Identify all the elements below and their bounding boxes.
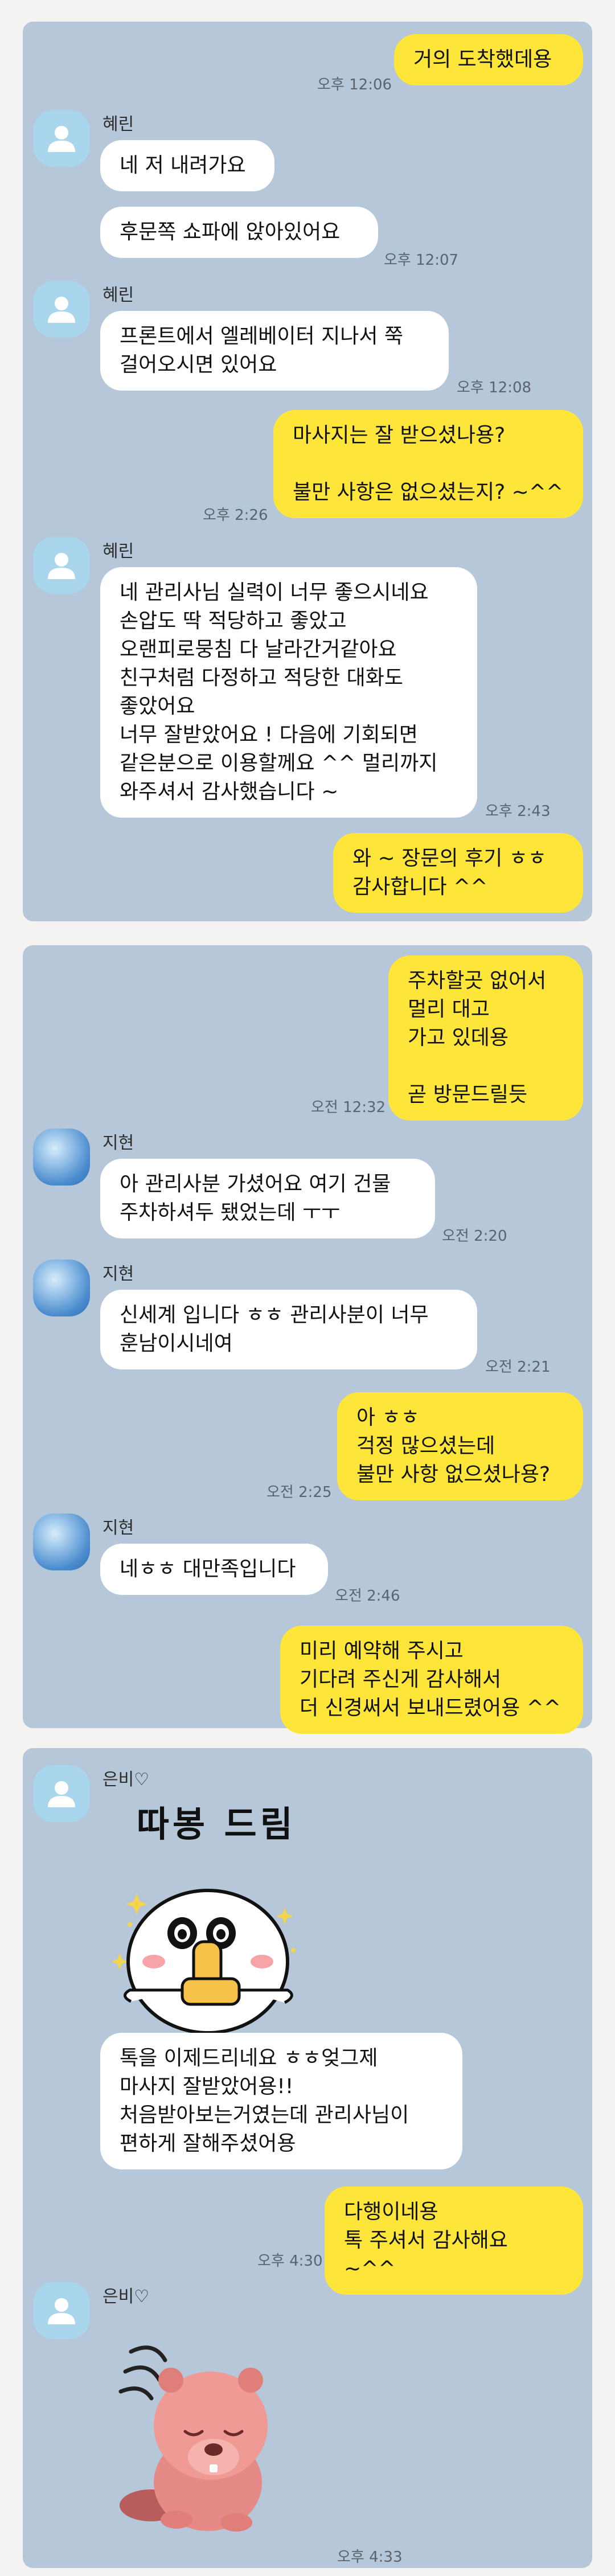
sender-name: 지현	[102, 1133, 134, 1153]
person-silhouette-icon	[48, 297, 75, 323]
beaver-icon	[118, 2345, 268, 2532]
my-message-bubble[interactable]: 와 ~ 장문의 후기 ㅎㅎ 감사합니다 ^^	[333, 833, 583, 913]
thumbs-up-icon	[111, 1889, 296, 2034]
message-timestamp: 오전 2:21	[485, 1359, 551, 1376]
avatar[interactable]	[33, 1513, 90, 1570]
avatar[interactable]	[33, 537, 90, 594]
avatar[interactable]	[33, 2282, 90, 2339]
person-silhouette-icon	[48, 1781, 75, 1807]
their-message-bubble[interactable]: 톡을 이제드리네요 ㅎㅎ엊그제 마사지 잘받았어용!! 처음받아보는거였는데 관…	[100, 2033, 462, 2169]
message-timestamp: 오후 12:07	[384, 252, 459, 269]
message-timestamp: 오후 4:33	[337, 2549, 403, 2566]
sender-name: 혜린	[102, 542, 134, 561]
my-message-bubble[interactable]: 다행이네용 톡 주셔서 감사해요 ~^^	[325, 2187, 583, 2295]
sender-name: 지현	[102, 1518, 134, 1538]
message-timestamp: 오후 2:43	[485, 803, 551, 820]
avatar[interactable]	[33, 281, 90, 338]
their-message-bubble[interactable]: 후문쪽 쇼파에 앉아있어요	[100, 207, 378, 258]
message-timestamp: 오전 12:32	[311, 1099, 386, 1116]
avatar[interactable]	[33, 1260, 90, 1316]
sender-name: 지현	[102, 1264, 134, 1284]
my-message-bubble[interactable]: 거의 도착했데용	[394, 34, 583, 85]
thumbs-up-sticker[interactable]: 따봉 드림	[97, 1791, 319, 2036]
message-timestamp: 오후 12:08	[457, 379, 532, 396]
avatar[interactable]	[33, 110, 90, 167]
their-message-bubble[interactable]: 신세계 입니다 ㅎㅎ 관리사분이 너무 훈남이시네여	[100, 1290, 477, 1369]
my-message-bubble[interactable]: 아 ㅎㅎ 걱정 많으셨는데 불만 사항 없으셨나용?	[337, 1392, 583, 1500]
my-message-bubble[interactable]: 주차할곳 없어서 멀리 대고 가고 있데용 곧 방문드릴듯	[388, 955, 583, 1121]
chat-panel-3: 은비♡ 따봉 드림 톡을 이제드리네요 ㅎㅎ엊그제 마사지 잘받았어용!! 처음…	[23, 1748, 592, 2568]
message-timestamp: 오전 2:25	[266, 1484, 332, 1501]
avatar[interactable]	[33, 1129, 90, 1186]
their-message-bubble[interactable]: 아 관리사분 가셨어요 여기 건물 주차하셔두 됐었는데 ㅜㅜ	[100, 1159, 435, 1238]
message-timestamp: 오후 4:30	[257, 2253, 323, 2270]
message-timestamp: 오전 2:46	[335, 1588, 400, 1605]
avatar[interactable]	[33, 1765, 90, 1822]
sender-name: 은비♡	[102, 2287, 150, 2307]
person-silhouette-icon	[48, 126, 75, 152]
person-silhouette-icon	[48, 553, 75, 579]
their-message-bubble[interactable]: 네 저 내려가요	[100, 140, 274, 191]
chat-panel-1: 거의 도착했데용 오후 12:06 혜린 네 저 내려가요 후문쪽 쇼파에 앉아…	[23, 22, 592, 921]
sender-name: 은비♡	[102, 1770, 150, 1790]
their-message-bubble[interactable]: 프론트에서 엘레베이터 지나서 쭉 걸어오시면 있어요	[100, 311, 449, 391]
message-timestamp: 오전 2:20	[442, 1228, 507, 1245]
loopy-beaver-sticker[interactable]	[108, 2317, 296, 2534]
person-silhouette-icon	[48, 2298, 75, 2324]
sender-name: 혜린	[102, 285, 134, 305]
my-message-bubble[interactable]: 미리 예약해 주시고 기다려 주신게 감사해서 더 신경써서 보내드렸어용 ^^	[280, 1626, 583, 1734]
sender-name: 혜린	[102, 114, 134, 134]
chat-panel-2: 주차할곳 없어서 멀리 대고 가고 있데용 곧 방문드릴듯 오전 12:32 지…	[23, 945, 592, 1734]
their-message-bubble[interactable]: 네 관리사님 실력이 너무 좋으시네요 손압도 딱 적당하고 좋았고 오랜피로뭉…	[100, 567, 477, 818]
my-message-bubble[interactable]: 마사지는 잘 받으셨나용? 불만 사항은 없으셨는지? ~^^	[273, 410, 583, 518]
message-timestamp: 오후 12:06	[317, 76, 392, 93]
message-timestamp: 오후 2:26	[203, 507, 268, 524]
their-message-bubble[interactable]: 네ㅎㅎ 대만족입니다	[100, 1544, 328, 1595]
